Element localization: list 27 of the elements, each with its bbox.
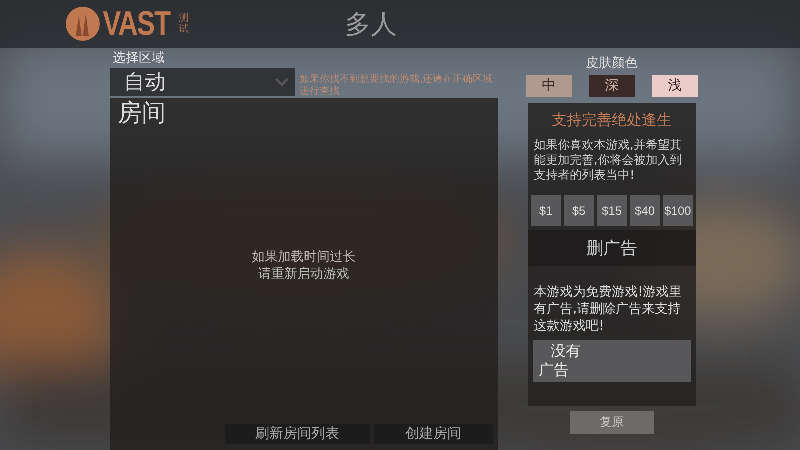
loading-message: 如果加载时间过长 bbox=[252, 249, 356, 266]
support-title: 支持完善绝处逢生 bbox=[552, 111, 672, 130]
skin-color-button[interactable]: 深 bbox=[589, 75, 635, 97]
region-hint: 如果你找不到想要找的游戏,还请在正确区域进行查找 bbox=[300, 74, 494, 98]
skin-color-button[interactable]: 浅 bbox=[652, 75, 698, 97]
room-list-title: 房间 bbox=[117, 98, 167, 128]
no-ads-button[interactable]: 没有 广告 bbox=[533, 340, 691, 382]
screen-title: 多人 bbox=[345, 8, 397, 42]
logo: VAST bbox=[65, 4, 172, 44]
logo-tag: 测试 bbox=[179, 13, 190, 35]
support-text: 如果你喜欢本游戏,并希望其能更加完善,你将会被加入到支持者的列表当中! bbox=[534, 138, 683, 183]
donate-button[interactable]: $5 bbox=[564, 195, 594, 226]
remove-ads-title: 删广告 bbox=[528, 230, 696, 266]
room-action-button[interactable]: 刷新房间列表 bbox=[225, 424, 370, 444]
skin-color-button[interactable]: 中 bbox=[526, 75, 572, 97]
loading-message: 请重新启动游戏 bbox=[258, 266, 350, 283]
region-label: 选择区域 bbox=[113, 50, 166, 68]
donate-button[interactable]: $1 bbox=[531, 195, 561, 226]
restore-button[interactable]: 复原 bbox=[570, 411, 654, 434]
donate-button[interactable]: $15 bbox=[597, 195, 627, 226]
region-dropdown[interactable]: 自动 bbox=[110, 68, 295, 96]
chevron-down-icon bbox=[275, 78, 289, 86]
room-action-button[interactable]: 创建房间 bbox=[374, 424, 493, 444]
donate-button[interactable]: $40 bbox=[630, 195, 660, 226]
ads-text: 本游戏为免费游戏!游戏里有广告,请删除广告来支持这款游戏吧! bbox=[534, 284, 684, 335]
skin-color-label: 皮肤颜色 bbox=[586, 55, 638, 72]
donate-button[interactable]: $100 bbox=[663, 195, 693, 226]
